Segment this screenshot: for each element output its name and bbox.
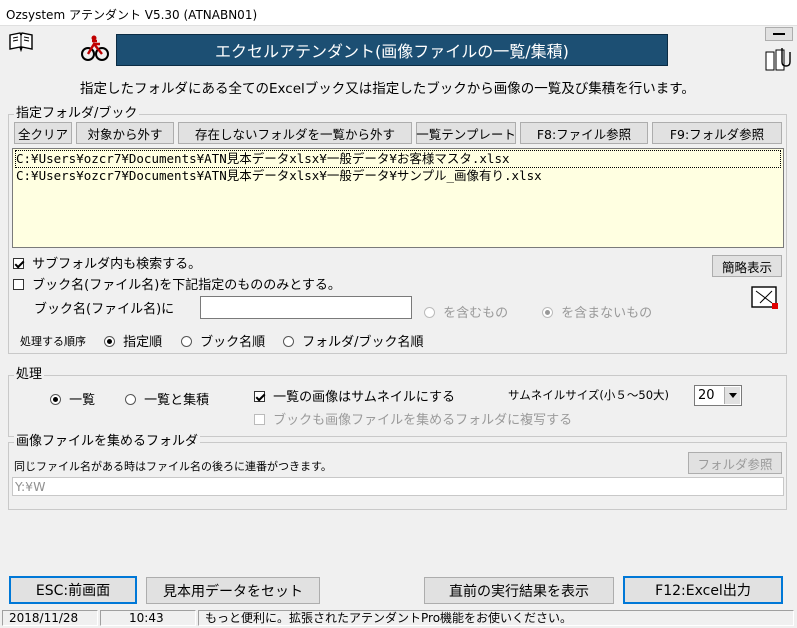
status-time: 10:43 (100, 610, 196, 626)
order-specified-dot[interactable] (104, 336, 115, 347)
clear-all-button[interactable]: 全クリア (14, 122, 72, 144)
mode-list-dot[interactable] (50, 394, 61, 405)
thumbnail-checkbox[interactable]: 一覧の画像はサムネイルにする (254, 386, 455, 405)
thumbnail-check[interactable] (254, 391, 265, 402)
thumbnail-label: 一覧の画像はサムネイルにする (273, 390, 456, 405)
book-name-input[interactable] (200, 296, 412, 319)
not-contains-radio[interactable]: を含まないもの (542, 302, 652, 321)
window-title: Ozsystem アテンダント V5.30 (ATNABN01) (6, 8, 258, 22)
page-description: 指定したフォルダにある全てのExcelブック又は指定したブックから画像の一覧及び… (80, 81, 695, 97)
contains-radio-dot[interactable] (424, 307, 435, 318)
order-specified-radio[interactable]: 指定順 (104, 331, 162, 350)
excel-output-button[interactable]: F12:Excel出力 (623, 576, 783, 604)
collect-folder-reference-button[interactable]: フォルダ参照 (688, 452, 782, 474)
book-only-checkbox[interactable]: ブック名(ファイル名)を下記指定のもののみとする。 (13, 274, 341, 293)
file-reference-button[interactable]: F8:ファイル参照 (520, 122, 648, 144)
order-folder-book-radio[interactable]: フォルダ/ブック名順 (283, 331, 424, 350)
set-sample-data-button[interactable]: 見本用データをセット (146, 577, 320, 604)
edit-note-icon[interactable] (750, 283, 782, 313)
list-item[interactable]: C:¥Users¥ozcr7¥Documents¥ATN見本データxlsx¥一般… (15, 168, 781, 184)
subfolder-check[interactable] (13, 258, 24, 269)
status-date: 2018/11/28 (2, 610, 98, 626)
minimize-panel-button[interactable] (765, 27, 793, 41)
order-book-dot[interactable] (181, 336, 192, 347)
book-icon[interactable] (8, 32, 34, 53)
mode-list-collect-dot[interactable] (125, 394, 136, 405)
order-folder-book-label: フォルダ/ブック名順 (302, 335, 424, 350)
collect-note: 同じファイル名がある時はファイル名の後ろに連番がつきます。 (14, 460, 332, 473)
process-group-title: 処理 (14, 367, 45, 382)
order-specified-label: 指定順 (123, 335, 163, 350)
banner-title: エクセルアテンダント(画像ファイルの一覧/集積) (215, 42, 569, 61)
mode-list-collect-label: 一覧と集積 (144, 393, 210, 408)
book-name-label: ブック名(ファイル名)に (34, 302, 175, 317)
chevron-down-icon[interactable] (724, 387, 740, 404)
collect-path-value: Y:¥W (15, 479, 46, 494)
copy-book-checkbox[interactable]: ブックも画像ファイルを集めるフォルダに複写する (254, 409, 572, 428)
page-banner: エクセルアテンダント(画像ファイルの一覧/集積) (116, 34, 668, 66)
mode-list-collect-radio[interactable]: 一覧と集積 (125, 389, 209, 408)
bicycle-icon (80, 33, 110, 63)
collect-group (8, 442, 787, 510)
folder-group-title: 指定フォルダ/ブック (14, 106, 140, 121)
collect-group-title: 画像ファイルを集めるフォルダ (14, 434, 201, 449)
status-message: もっと便利に。拡張されたアテンダントPro機能をお使いください。 (198, 610, 794, 626)
order-book-radio[interactable]: ブック名順 (181, 331, 265, 350)
contains-radio[interactable]: を含むもの (424, 302, 508, 321)
list-item[interactable]: C:¥Users¥ozcr7¥Documents¥ATN見本データxlsx¥一般… (15, 150, 781, 168)
simple-view-button[interactable]: 簡略表示 (712, 255, 782, 277)
book-only-label: ブック名(ファイル名)を下記指定のもののみとする。 (32, 278, 341, 293)
list-template-button[interactable]: 一覧テンプレート (416, 122, 516, 144)
clip-icon[interactable] (762, 46, 792, 72)
contains-label: を含むもの (443, 306, 509, 321)
thumb-size-label: サムネイルサイズ(小５～50大) (508, 388, 670, 402)
copy-book-label: ブックも画像ファイルを集めるフォルダに複写する (273, 413, 573, 428)
folder-reference-button[interactable]: F9:フォルダ参照 (652, 122, 782, 144)
folder-list[interactable]: C:¥Users¥ozcr7¥Documents¥ATN見本データxlsx¥一般… (12, 148, 784, 248)
thumb-size-select[interactable]: 20 (694, 385, 742, 406)
show-last-result-button[interactable]: 直前の実行結果を表示 (424, 577, 614, 604)
subfolder-checkbox[interactable]: サブフォルダ内も検索する。 (13, 253, 201, 272)
mode-list-label: 一覧 (69, 393, 96, 408)
esc-back-button[interactable]: ESC:前画面 (9, 576, 137, 604)
order-book-label: ブック名順 (200, 335, 266, 350)
thumb-size-value: 20 (698, 388, 715, 403)
book-only-check[interactable] (13, 279, 24, 290)
remove-missing-button[interactable]: 存在しないフォルダを一覧から外す (178, 122, 412, 144)
order-folder-book-dot[interactable] (283, 336, 294, 347)
not-contains-radio-dot[interactable] (542, 307, 553, 318)
subfolder-label: サブフォルダ内も検索する。 (32, 257, 202, 272)
copy-book-check[interactable] (254, 414, 265, 425)
not-contains-label: を含まないもの (561, 306, 653, 321)
mode-list-radio[interactable]: 一覧 (50, 389, 95, 408)
remove-item-button[interactable]: 対象から外す (76, 122, 174, 144)
collect-path-field[interactable]: Y:¥W (12, 477, 784, 496)
window-titlebar: Ozsystem アテンダント V5.30 (ATNABN01) (0, 0, 797, 26)
order-label: 処理する順序 (20, 335, 86, 348)
